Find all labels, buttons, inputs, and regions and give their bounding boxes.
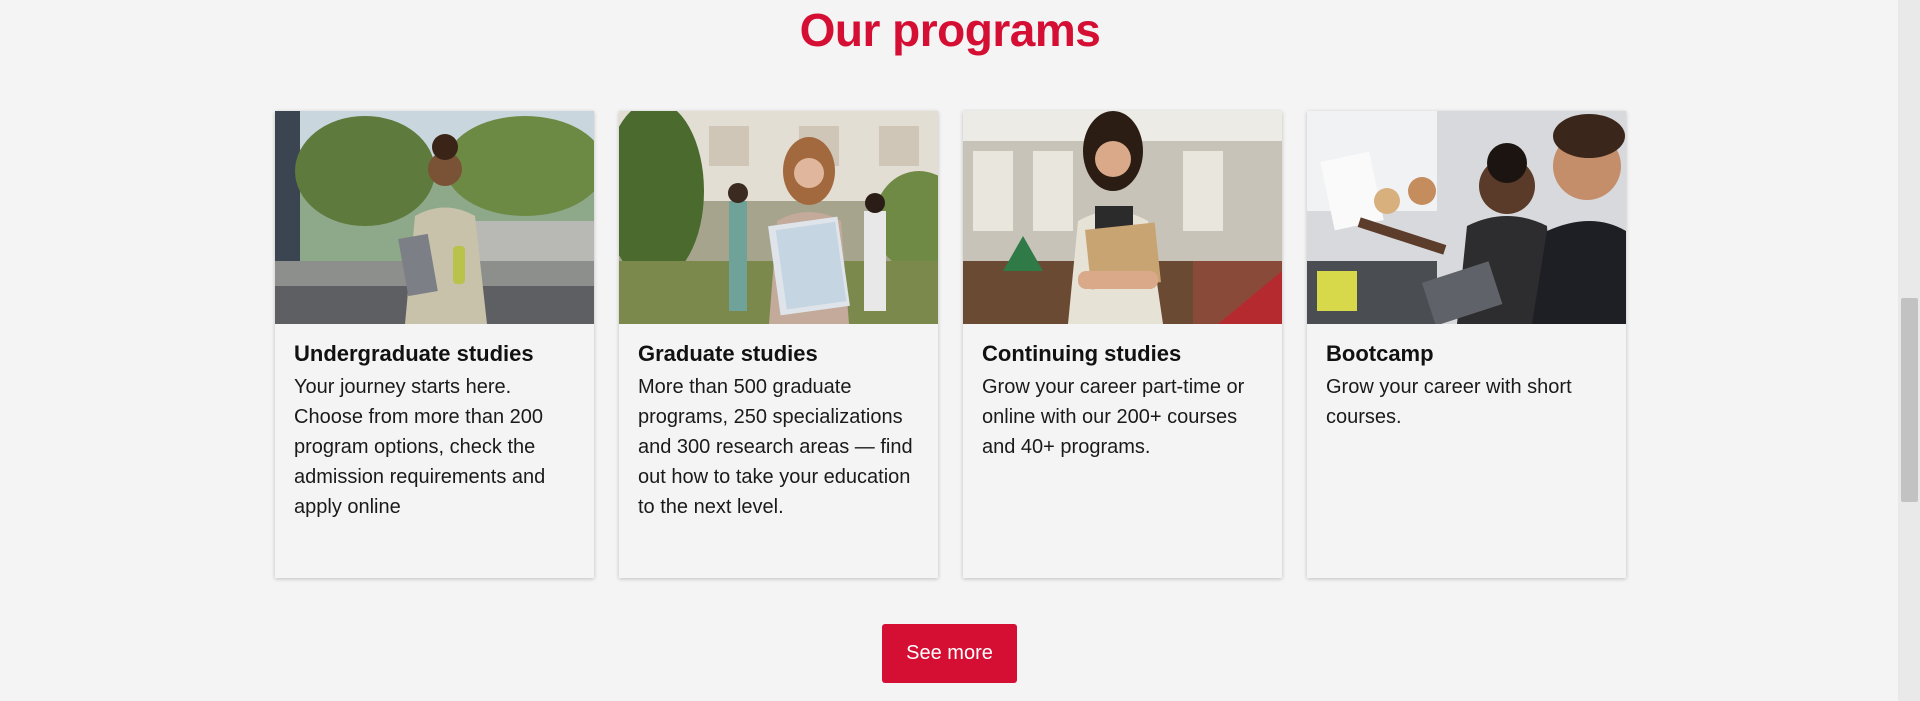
page: Our programs Undergraduate studies Your … bbox=[0, 0, 1920, 701]
section-title: Our programs bbox=[799, 4, 1101, 56]
card-title: Undergraduate studies bbox=[294, 341, 534, 366]
card-text: Grow your career part-time or online wit… bbox=[982, 376, 1245, 458]
program-card-undergraduate[interactable]: Undergraduate studies Your journey start… bbox=[275, 111, 594, 578]
program-card-bootcamp[interactable]: Bootcamp Grow your career with short cou… bbox=[1307, 111, 1626, 578]
card-title: Bootcamp bbox=[1326, 341, 1434, 366]
card-text: More than 500 graduate programs, 250 spe… bbox=[638, 376, 913, 518]
card-body: Continuing studies Grow your career part… bbox=[963, 324, 1282, 462]
card-title: Graduate studies bbox=[638, 341, 818, 366]
student-with-laptop-photo bbox=[275, 111, 594, 324]
see-more-button[interactable]: See more bbox=[882, 624, 1017, 683]
student-in-library-photo bbox=[963, 111, 1282, 324]
program-card-continuing[interactable]: Continuing studies Grow your career part… bbox=[963, 111, 1282, 578]
team-working-photo bbox=[1307, 111, 1626, 324]
card-text: Your journey starts here. Choose from mo… bbox=[294, 376, 546, 518]
scrollbar-thumb[interactable] bbox=[1901, 298, 1918, 502]
card-body: Undergraduate studies Your journey start… bbox=[275, 324, 594, 522]
program-cards: Undergraduate studies Your journey start… bbox=[275, 111, 1626, 578]
vertical-scrollbar[interactable] bbox=[1898, 0, 1920, 701]
card-body: Graduate studies More than 500 graduate … bbox=[619, 324, 938, 522]
program-card-graduate[interactable]: Graduate studies More than 500 graduate … bbox=[619, 111, 938, 578]
card-text: Grow your career with short courses. bbox=[1326, 376, 1572, 428]
card-body: Bootcamp Grow your career with short cou… bbox=[1307, 324, 1626, 432]
card-title: Continuing studies bbox=[982, 341, 1182, 366]
student-holding-notebooks-photo bbox=[619, 111, 938, 324]
